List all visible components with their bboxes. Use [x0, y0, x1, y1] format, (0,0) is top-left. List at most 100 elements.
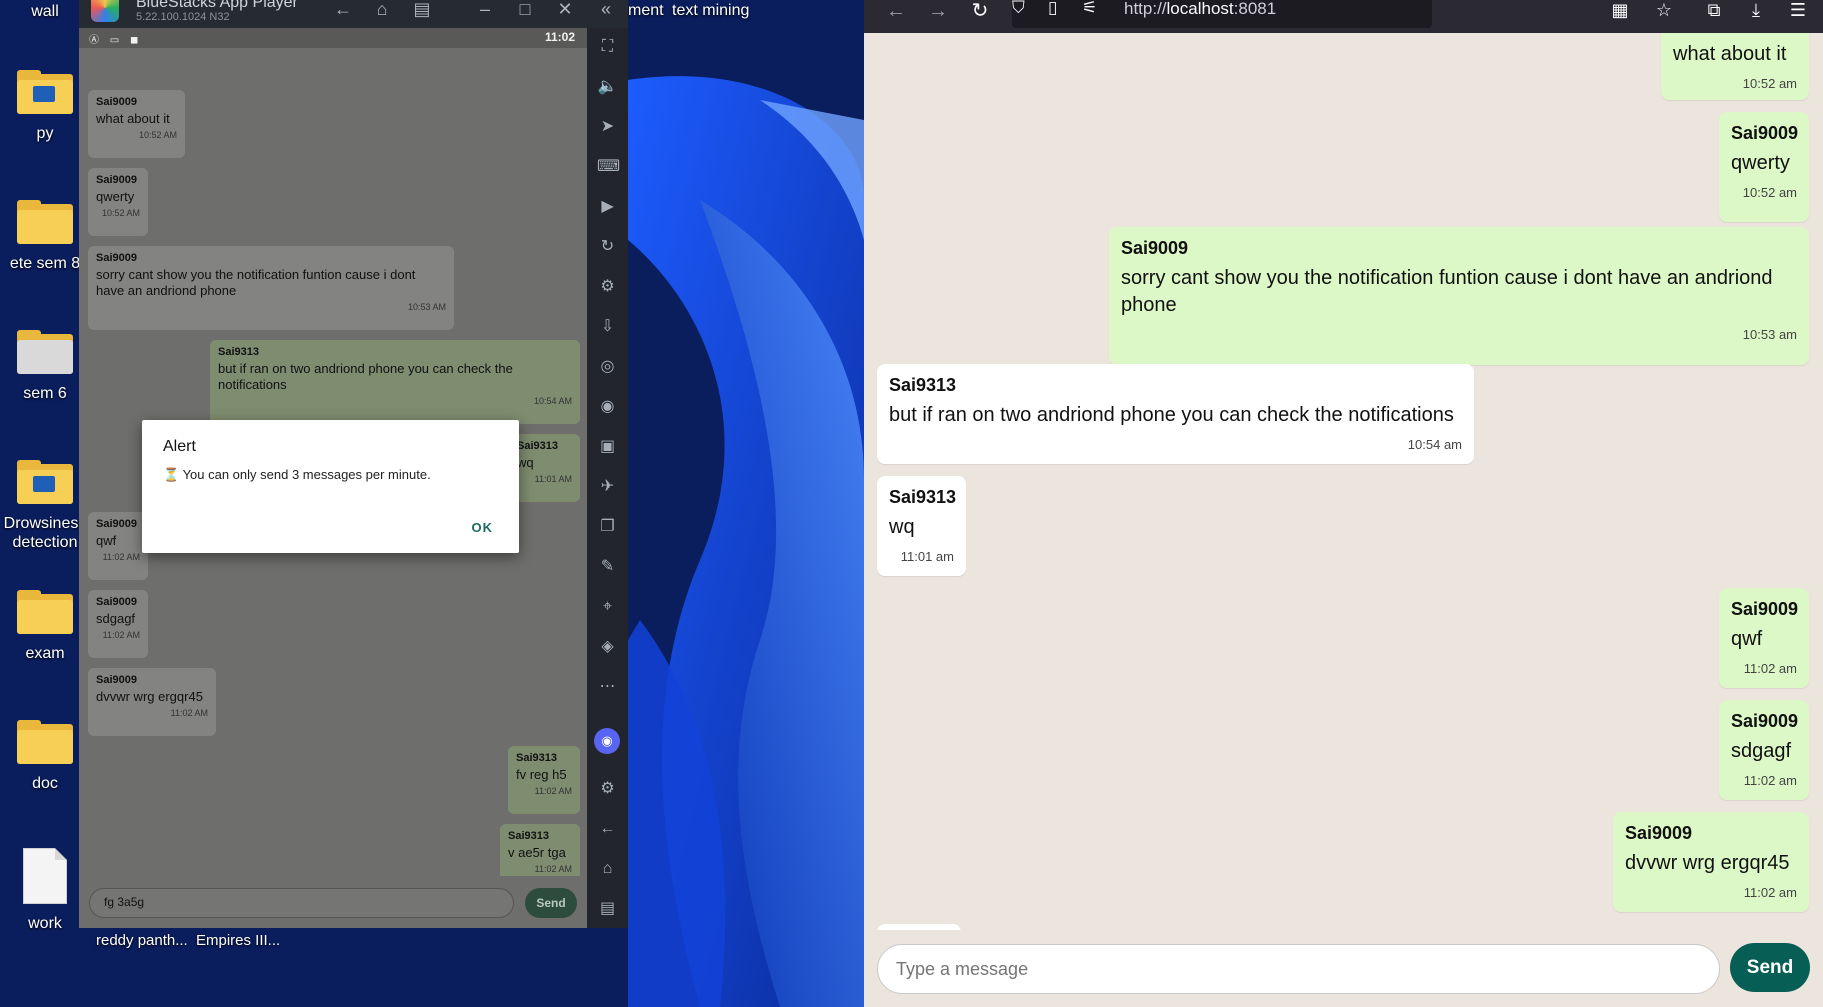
message-text: qwf	[96, 533, 117, 548]
message-bubble-own: Sai9009 dvvwr wrg ergqr45 11:02 am	[1613, 812, 1809, 912]
install-apk-icon[interactable]: ⇩	[597, 316, 618, 337]
more-options-icon[interactable]: ⋯	[597, 676, 618, 697]
back-icon[interactable]: ←	[597, 818, 618, 839]
extensions-icon[interactable]: ⧉	[1700, 0, 1728, 28]
message-sender: Sai9009	[1121, 238, 1189, 258]
home-icon[interactable]: ⌂	[597, 858, 618, 879]
desktop-label-empires-iii[interactable]: Empires III...	[196, 932, 280, 949]
desktop-icon-sem-6[interactable]: sem 6	[0, 330, 90, 403]
page-info-icon[interactable]: ▯	[1048, 0, 1057, 18]
desktop-icon-drowsiness-detection[interactable]: Drowsiness detection	[0, 460, 90, 552]
rotate-icon[interactable]: ↻	[597, 236, 618, 257]
settings-gear-icon[interactable]: ⚙	[597, 778, 618, 799]
desktop-icon-doc[interactable]: doc	[0, 720, 90, 793]
bluestacks-sidebar: ⛶ 🔈 ➤ ⌨ ▶ ↻ ⚙ ⇩ ◎ ◉ ▣ ✈ ❐ ✎ ⌖ ◈ ⋯ ◉ ⚙ ← …	[587, 28, 628, 928]
message-bubble-own: Sai9009 sorry cant show you the notifica…	[1109, 227, 1809, 365]
minimize-icon[interactable]: –	[472, 0, 498, 22]
game-controls-icon[interactable]: ⚙	[597, 276, 618, 297]
message-text: qwerty	[96, 189, 135, 204]
eco-mode-icon[interactable]: ✎	[597, 556, 618, 577]
message-time: 10:52 am	[1742, 185, 1797, 200]
message-sender: Sai9009	[1731, 599, 1799, 619]
desktop-label-reddy-panth[interactable]: reddy panth...	[96, 932, 188, 949]
container-icon[interactable]: ▦	[1606, 0, 1634, 28]
desktop-label-text-mining[interactable]: text mining	[672, 2, 749, 20]
recent-apps-icon[interactable]: ▤	[597, 898, 618, 919]
desktop-icon-py[interactable]: py	[0, 70, 90, 143]
desktop-icon-label: work	[28, 915, 62, 932]
message-bubble-own: Sai9313 fv reg h5 11:02 AM	[508, 746, 580, 814]
desktop-label-ment[interactable]: ment	[628, 2, 664, 20]
message-sender: Sai9009	[1625, 823, 1693, 843]
message-text: sdgagf	[1731, 740, 1792, 762]
bluestacks-logo-icon	[91, 0, 119, 22]
desktop-icon-ete-sem-8[interactable]: ete sem 8	[0, 200, 90, 273]
home-icon[interactable]: ⌂	[369, 0, 395, 22]
bluestacks-version: 5.22.100.1024 N32	[136, 11, 230, 23]
record-screen-icon[interactable]: ◉	[597, 396, 618, 417]
android-message-input[interactable]: fg 3a5g	[89, 888, 514, 918]
reload-icon[interactable]: ↻	[966, 0, 994, 28]
alert-title: Alert	[163, 438, 196, 455]
volume-icon[interactable]: 🔈	[597, 76, 618, 97]
recent-apps-icon[interactable]: ▤	[409, 0, 435, 22]
forward-arrow-icon[interactable]: →	[924, 0, 952, 28]
desktop-icon-wall[interactable]: wall	[0, 2, 90, 21]
layers-icon[interactable]: ◈	[597, 636, 618, 657]
message-time: 11:02 AM	[102, 630, 140, 640]
airplane-mode-icon[interactable]: ✈	[597, 476, 618, 497]
message-text: but if ran on two andriond phone you can…	[889, 404, 1454, 426]
message-bubble: Sai9313 wq 11:01 am	[877, 476, 966, 576]
bluestacks-titlebar: BlueStacks App Player 5.22.100.1024 N32 …	[79, 0, 628, 28]
message-time: 11:02 AM	[534, 864, 572, 874]
message-text: what about it	[96, 111, 170, 126]
message-time: 10:52 AM	[138, 130, 177, 140]
multi-instance-icon[interactable]: ❐	[597, 516, 618, 537]
message-bubble: Sai9009 qwerty 10:52 AM	[88, 168, 148, 236]
chat-composer: Send	[864, 930, 1823, 1007]
keyboard-icon[interactable]: ⌨	[597, 156, 620, 177]
message-time: 10:54 AM	[533, 396, 572, 406]
shield-icon[interactable]: ⛉	[1012, 0, 1025, 18]
downloads-icon[interactable]: ⤓	[1742, 0, 1770, 28]
android-status-bar: Ⓐ ▭ ◼ 11:02	[79, 28, 587, 48]
message-bubble: Sai9009 sorry cant show you the notifica…	[88, 246, 454, 330]
permissions-icon[interactable]: ⚟	[1082, 0, 1097, 18]
fullscreen-icon[interactable]: ⛶	[597, 36, 618, 57]
close-icon[interactable]: ✕	[552, 0, 578, 22]
message-input[interactable]	[877, 944, 1720, 994]
desktop-icon-exam[interactable]: exam	[0, 590, 90, 663]
discord-icon[interactable]: ◉	[594, 728, 620, 754]
back-arrow-icon[interactable]: ←	[330, 0, 356, 22]
pointer-icon[interactable]: ➤	[597, 116, 618, 137]
send-button[interactable]: Send	[1730, 943, 1810, 992]
bookmark-star-icon[interactable]: ☆	[1650, 0, 1678, 28]
message-sender: Sai9009	[1731, 123, 1799, 143]
message-text: sdgagf	[96, 611, 136, 626]
message-text: wq	[517, 455, 534, 470]
message-bubble: Sai9009 what about it 10:52 AM	[88, 90, 185, 158]
bluestacks-window: BlueStacks App Player 5.22.100.1024 N32 …	[79, 0, 628, 928]
message-time: 11:02 AM	[534, 786, 572, 796]
back-arrow-icon[interactable]: ←	[882, 0, 910, 28]
collapse-sidebar-icon[interactable]: «	[593, 0, 619, 22]
address-bar[interactable]: ⛉ ▯ ⚟ http://localhost:8081	[1012, 0, 1432, 28]
location-icon[interactable]: ⌖	[597, 596, 618, 617]
maximize-icon[interactable]: □	[512, 0, 538, 22]
message-time: 10:53 am	[1742, 327, 1797, 342]
folder-icon	[17, 330, 73, 374]
desktop-icon-work[interactable]: work	[0, 848, 90, 933]
message-time: 10:54 am	[1407, 437, 1462, 452]
message-time: 11:02 am	[1743, 885, 1797, 900]
menu-hamburger-icon[interactable]: ☰	[1784, 0, 1812, 28]
document-file-icon	[23, 848, 67, 904]
url-text[interactable]: http://localhost:8081	[1124, 0, 1276, 19]
message-time: 10:52 AM	[101, 208, 140, 218]
alert-message: ⏳ You can only send 3 messages per minut…	[163, 467, 431, 482]
android-send-button[interactable]: Send	[525, 888, 577, 918]
screenshot-icon[interactable]: ◎	[597, 356, 618, 377]
macro-play-icon[interactable]: ▶	[597, 196, 618, 217]
alert-ok-button[interactable]: OK	[472, 520, 494, 535]
media-manager-icon[interactable]: ▣	[597, 436, 618, 457]
message-text: dvvwr wrg ergqr45	[96, 689, 203, 704]
